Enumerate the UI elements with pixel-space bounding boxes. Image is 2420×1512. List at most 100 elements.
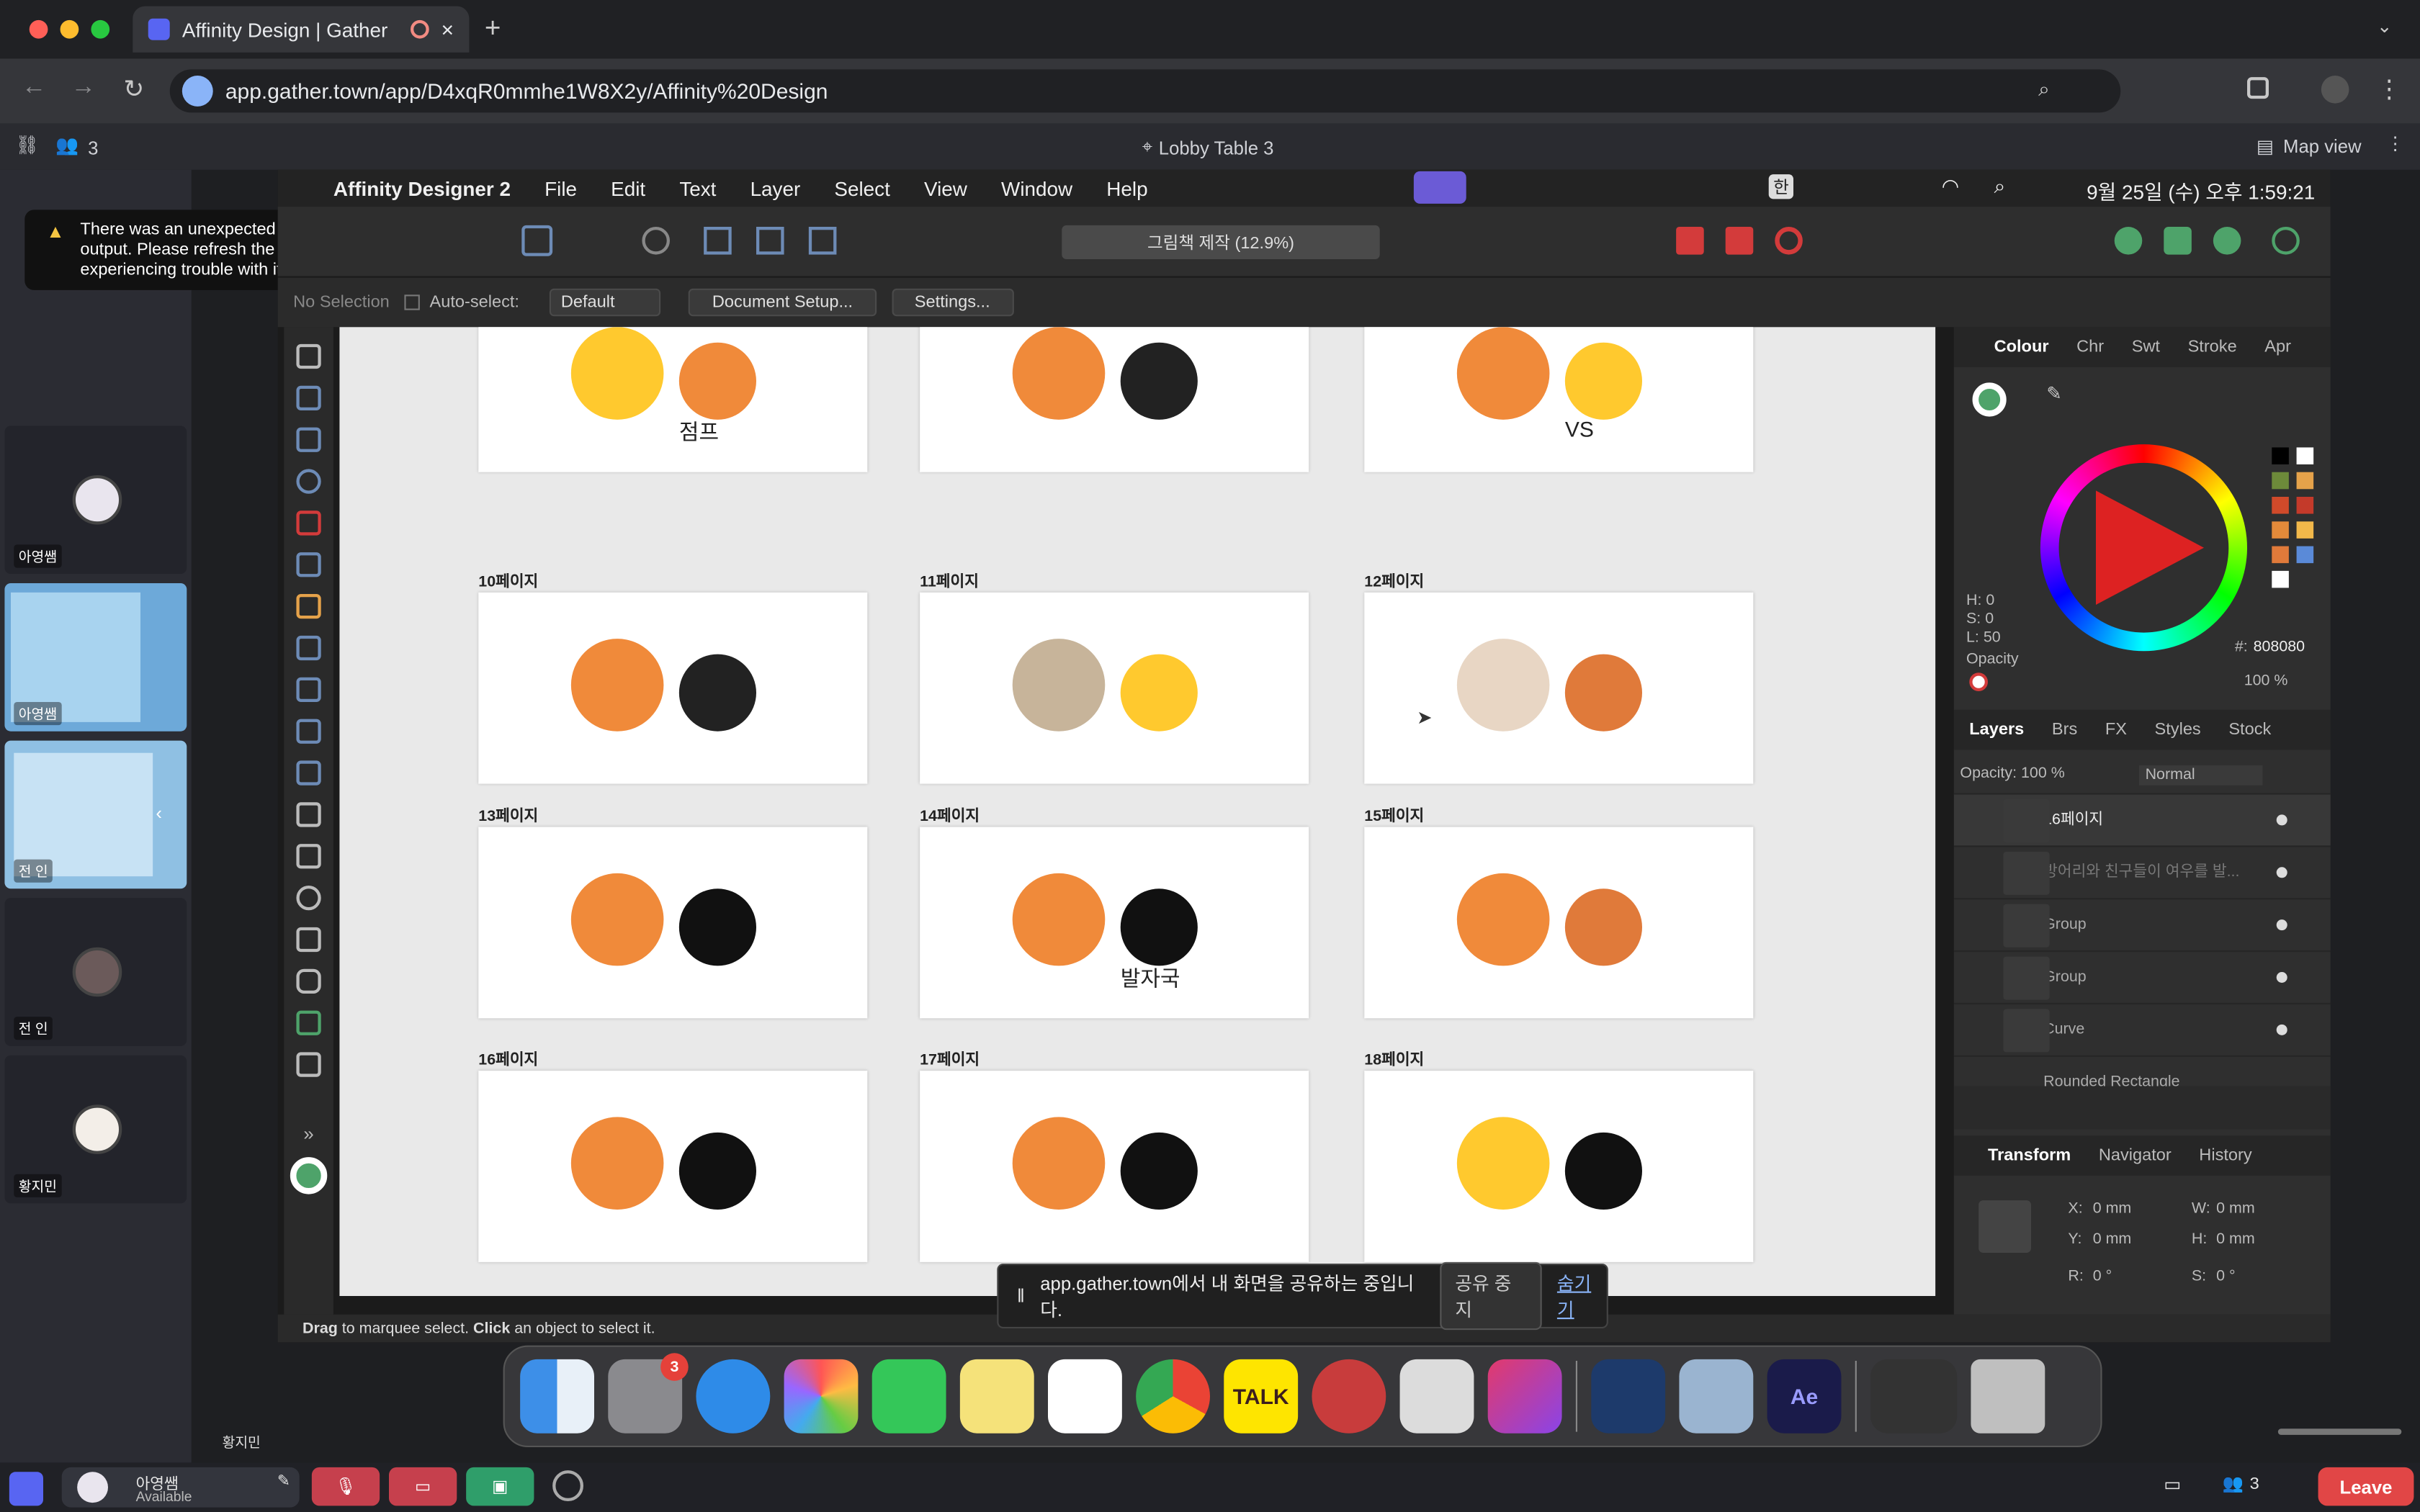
chrome-icon[interactable] (1136, 1359, 1210, 1434)
recent-window-icon[interactable] (1870, 1359, 1958, 1434)
expand-tools-icon[interactable]: » (284, 1123, 333, 1145)
safari-icon[interactable] (696, 1359, 771, 1434)
close-window-button[interactable] (29, 19, 48, 39)
profile-avatar[interactable] (2321, 76, 2349, 104)
artboard-tool-icon[interactable] (296, 385, 321, 410)
tab-navigator[interactable]: Navigator (2099, 1146, 2172, 1165)
layer-row[interactable]: 16페이지 (1953, 793, 2331, 846)
transform-icon[interactable] (704, 227, 732, 255)
browser-tab[interactable]: Affinity Design | Gather × (133, 6, 470, 53)
tab-styles[interactable]: Styles (2155, 721, 2201, 739)
opacity-value[interactable]: 100 % (2244, 672, 2288, 690)
zoom-slider[interactable] (2277, 1428, 2402, 1435)
page-artboard[interactable]: 발자국 (920, 827, 1309, 1019)
bottom-participants[interactable]: 👥 3 (2223, 1473, 2259, 1493)
tab-fx[interactable]: FX (2105, 721, 2127, 739)
colour-wheel[interactable] (2040, 444, 2247, 652)
s-input[interactable]: 0 ° (2216, 1268, 2235, 1285)
participants-icon[interactable]: 👥 (55, 134, 79, 156)
layer-row[interactable]: Group (1953, 950, 2331, 1003)
anchor-selector-icon[interactable] (1978, 1200, 2031, 1253)
photos-icon[interactable] (784, 1359, 859, 1434)
layer-row[interactable]: 방어리와 친구들이 여우를 발... (1953, 845, 2331, 898)
page-artboard[interactable] (1364, 827, 1754, 1019)
chat-icon[interactable]: ▭ (2164, 1473, 2181, 1495)
tab-stock[interactable]: Stock (2228, 721, 2271, 739)
wifi-icon[interactable]: ◠ (1942, 174, 1959, 199)
shape-builder-icon[interactable] (296, 1010, 321, 1035)
finder-icon[interactable] (520, 1359, 594, 1434)
user-icon[interactable] (2272, 227, 2300, 255)
participant-screen-tile[interactable]: 아영쌤 (4, 583, 187, 732)
menu-edit[interactable]: Edit (611, 176, 645, 199)
zoom-window-button[interactable] (91, 19, 110, 39)
map-view-button[interactable]: ▤ Map view (2257, 136, 2362, 158)
creative-cloud-icon[interactable] (1487, 1359, 1562, 1434)
persona-icon[interactable] (521, 225, 553, 256)
tab-history[interactable]: History (2199, 1146, 2251, 1165)
colour-well-icon[interactable] (290, 1157, 328, 1194)
cat-shape-icon[interactable] (296, 927, 321, 953)
swatch[interactable] (2296, 521, 2314, 539)
crop-tool-icon[interactable] (296, 802, 321, 827)
w-input[interactable]: 0 mm (2216, 1200, 2255, 1218)
user-card[interactable]: 아영쌤 Available ✎ (61, 1467, 300, 1508)
menu-text[interactable]: Text (679, 176, 716, 199)
page-artboard[interactable] (478, 592, 868, 784)
page-artboard[interactable] (920, 592, 1309, 784)
align-icon[interactable] (756, 227, 784, 255)
x-input[interactable]: 0 mm (2093, 1200, 2132, 1218)
screen-share-status-icon[interactable] (1413, 171, 1466, 204)
boolean-add-icon[interactable] (1676, 227, 1704, 255)
document-title[interactable]: 그림책 제작 (12.9%) (1062, 225, 1380, 259)
zoom-icon[interactable]: ⌕ (2038, 77, 2050, 102)
rounded-rect-icon[interactable] (296, 968, 321, 994)
menu-file[interactable]: File (544, 176, 577, 199)
notes-icon[interactable] (959, 1359, 1034, 1434)
screenshot-icon[interactable] (1399, 1359, 1474, 1434)
gather-more-icon[interactable]: ⋮ (2386, 132, 2405, 154)
participant-tile[interactable]: 전 인 (4, 898, 187, 1046)
back-icon[interactable]: ← (22, 74, 46, 102)
link-icon[interactable]: ⛓ (15, 134, 39, 156)
design-canvas[interactable]: 점프 VS 10페이지 11페이지 12페이지 13페이지 14페이지 발자국 15페이지 16페… (339, 327, 1936, 1297)
tab-search-icon[interactable]: ⌄ (2377, 15, 2393, 37)
tab-brushes[interactable]: Brs (2052, 721, 2077, 739)
pen-tool-icon[interactable] (296, 552, 321, 577)
collapse-arrow-icon[interactable]: ‹ (156, 802, 162, 824)
layer-row[interactable]: Group (1953, 898, 2331, 950)
layers-opacity[interactable]: Opacity: 100 % (1960, 765, 2064, 783)
gather-logo-icon[interactable] (9, 1472, 43, 1506)
tab-swatches[interactable]: Swt (2132, 338, 2160, 356)
page-artboard[interactable] (1364, 1071, 1754, 1262)
extension-icon[interactable] (2247, 77, 2269, 99)
tab-layers[interactable]: Layers (1969, 721, 2024, 739)
app-menu[interactable]: Affinity Designer 2 (333, 176, 511, 199)
swatch[interactable] (2272, 570, 2289, 588)
point-transform-icon[interactable] (296, 469, 321, 494)
swatch[interactable] (2296, 497, 2314, 514)
swatch[interactable] (2272, 447, 2289, 464)
page-artboard[interactable] (478, 827, 868, 1019)
transparency-tool-icon[interactable] (296, 719, 321, 744)
trash-icon[interactable] (1971, 1359, 2045, 1434)
screen-share-button[interactable]: ▣ (466, 1467, 534, 1506)
eyedropper-icon[interactable]: ✎ (2046, 382, 2062, 404)
magnet-icon[interactable] (1775, 227, 1803, 255)
tab-stroke[interactable]: Stroke (2188, 338, 2237, 356)
colour-triangle[interactable] (2096, 490, 2204, 605)
move-tool-icon[interactable] (296, 343, 321, 369)
menu-select[interactable]: Select (834, 176, 889, 199)
menu-window[interactable]: Window (1001, 176, 1072, 199)
participant-screen-tile[interactable]: ‹ 전 인 (4, 740, 187, 889)
corner-tool-icon[interactable] (296, 510, 321, 536)
document-setup-button[interactable]: Document Setup... (689, 288, 877, 317)
swatch[interactable] (2272, 472, 2289, 490)
page-artboard[interactable] (920, 1071, 1309, 1262)
tab-appearance[interactable]: Apr (2264, 338, 2291, 356)
tab-transform[interactable]: Transform (1988, 1146, 2071, 1165)
snapping-icon[interactable] (642, 227, 670, 255)
messages-icon[interactable] (871, 1359, 946, 1434)
reload-icon[interactable]: ↻ (123, 74, 144, 105)
auto-select-checkbox[interactable] (405, 294, 421, 310)
